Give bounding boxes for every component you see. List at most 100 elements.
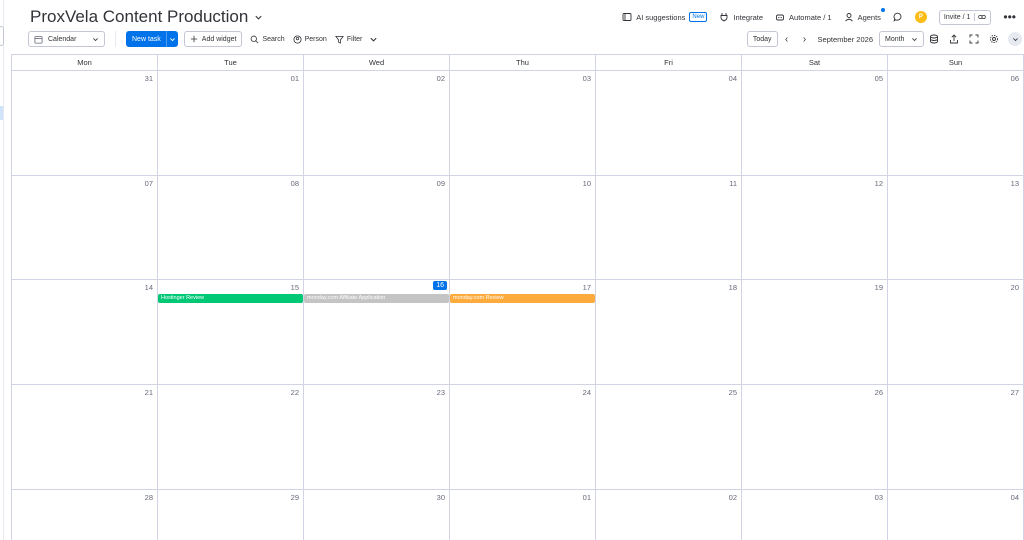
avatar[interactable]: P: [914, 11, 927, 23]
add-widget-button[interactable]: Add widget: [183, 31, 243, 47]
sidebar-active-marker: [0, 106, 3, 120]
day-number: 03: [874, 493, 883, 502]
automate-button[interactable]: Automate / 1: [775, 12, 832, 22]
previous-month-icon[interactable]: ‹: [778, 34, 796, 45]
calendar-day-cell[interactable]: 24: [450, 385, 596, 490]
calendar-day-cell[interactable]: 13: [888, 176, 1024, 280]
day-number: 13: [1010, 179, 1019, 188]
view-selector[interactable]: Calendar: [28, 31, 105, 47]
today-button[interactable]: Today: [746, 31, 778, 47]
weekday-header: Thu: [450, 55, 596, 71]
database-icon[interactable]: [924, 34, 944, 44]
calendar-day-cell[interactable]: 07: [11, 176, 158, 280]
new-task-label: New task: [132, 35, 161, 43]
day-number: 02: [436, 74, 445, 83]
calendar-day-cell[interactable]: 08: [158, 176, 304, 280]
calendar-day-cell[interactable]: 15 Hostinger Review: [158, 280, 304, 385]
calendar-day-cell[interactable]: 11: [596, 176, 742, 280]
day-number: 17: [582, 283, 591, 292]
calendar-event-item[interactable]: monday.com Review: [450, 294, 595, 303]
calendar-event-item[interactable]: monday.com Affiliate Application: [304, 294, 449, 303]
next-month-icon[interactable]: ›: [796, 34, 814, 45]
filter-button[interactable]: Filter: [334, 35, 379, 44]
chevron-down-icon: [169, 37, 175, 41]
weekday-header: Fri: [596, 55, 742, 71]
chevron-down-icon[interactable]: [254, 11, 266, 23]
day-number: 15: [290, 283, 299, 292]
calendar-day-cell[interactable]: 28: [11, 490, 158, 540]
calendar-day-cell[interactable]: 04: [596, 71, 742, 176]
fullscreen-icon[interactable]: [964, 34, 984, 44]
calendar-day-cell[interactable]: 05: [742, 71, 888, 176]
new-badge: New: [689, 12, 708, 22]
calendar-controls: Today ‹ › September 2026 Month: [746, 31, 1022, 47]
calendar-day-cell[interactable]: 09: [304, 176, 450, 280]
calendar-day-cell[interactable]: 12: [742, 176, 888, 280]
collapse-header-button[interactable]: [1008, 32, 1022, 46]
ai-suggestions-icon: [622, 13, 632, 21]
calendar-day-cell[interactable]: 19: [742, 280, 888, 385]
calendar-day-cell[interactable]: 27: [888, 385, 1024, 490]
today-day-number: 16: [433, 281, 447, 290]
new-task-button[interactable]: New task: [126, 31, 178, 47]
updates-button[interactable]: [893, 12, 903, 22]
calendar-day-cell[interactable]: 23: [304, 385, 450, 490]
person-label: Person: [304, 35, 327, 43]
export-icon[interactable]: [944, 34, 964, 44]
sidebar-expand-handle[interactable]: [0, 26, 4, 46]
day-number: 03: [582, 74, 591, 83]
integrate-button[interactable]: Integrate: [719, 12, 763, 22]
calendar-day-cell[interactable]: 26: [742, 385, 888, 490]
calendar-month-grid: Mon Tue Wed Thu Fri Sat Sun 31 01 02 03 04 05 06 07 08…: [11, 54, 1024, 540]
calendar-day-cell[interactable]: 25: [596, 385, 742, 490]
calendar-day-cell[interactable]: 04: [888, 490, 1024, 540]
agents-label: Agents: [857, 12, 881, 22]
day-number: 11: [729, 179, 737, 188]
calendar-day-cell[interactable]: 22: [158, 385, 304, 490]
day-number: 27: [1010, 388, 1019, 397]
day-number: 05: [874, 74, 883, 83]
day-number: 29: [290, 493, 299, 502]
chat-bubble-icon: [893, 12, 902, 22]
calendar-day-cell[interactable]: 02: [304, 71, 450, 176]
calendar-day-cell[interactable]: 17 monday.com Review: [450, 280, 596, 385]
calendar-day-cell[interactable]: 20: [888, 280, 1024, 385]
person-filter-button[interactable]: Person: [293, 34, 327, 44]
calendar-event-item[interactable]: Hostinger Review: [158, 294, 303, 303]
calendar-day-cell[interactable]: 29: [158, 490, 304, 540]
day-number: 07: [144, 179, 153, 188]
day-number: 12: [874, 179, 883, 188]
chevron-down-icon: [1012, 37, 1018, 41]
settings-gear-icon[interactable]: [984, 34, 1004, 44]
day-number: 30: [436, 493, 445, 502]
agents-button[interactable]: Agents: [844, 8, 885, 22]
new-task-dropdown[interactable]: [165, 31, 178, 47]
calendar-day-cell[interactable]: 06: [888, 71, 1024, 176]
copy-link-button[interactable]: [974, 13, 987, 21]
calendar-day-cell[interactable]: 30: [304, 490, 450, 540]
calendar-day-cell[interactable]: 02: [596, 490, 742, 540]
range-selector[interactable]: Month: [879, 31, 924, 47]
left-sidebar-edge: [0, 0, 4, 540]
calendar-day-cell[interactable]: 03: [450, 71, 596, 176]
view-selector-label: Calendar: [48, 35, 77, 43]
calendar-day-cell[interactable]: 10: [450, 176, 596, 280]
day-number: 10: [582, 179, 591, 188]
add-widget-label: Add widget: [201, 35, 237, 43]
calendar-day-cell[interactable]: 14: [11, 280, 158, 385]
chevron-down-icon: [912, 37, 917, 41]
calendar-day-cell[interactable]: 01: [158, 71, 304, 176]
board-title[interactable]: ProxVela Content Production: [30, 7, 248, 27]
calendar-day-cell[interactable]: 21: [11, 385, 158, 490]
invite-button[interactable]: Invite / 1: [938, 9, 992, 25]
more-options-icon[interactable]: •••: [1003, 11, 1016, 23]
calendar-day-cell[interactable]: 18: [596, 280, 742, 385]
calendar-day-cell[interactable]: 01: [450, 490, 596, 540]
weekday-header: Mon: [11, 55, 158, 71]
ai-suggestions-button[interactable]: AI suggestions New: [622, 12, 708, 22]
day-number: 28: [144, 493, 153, 502]
calendar-day-cell[interactable]: 31: [11, 71, 158, 176]
calendar-day-cell[interactable]: 16 monday.com Affiliate Application: [304, 280, 450, 385]
calendar-day-cell[interactable]: 03: [742, 490, 888, 540]
search-button[interactable]: Search: [250, 35, 285, 44]
